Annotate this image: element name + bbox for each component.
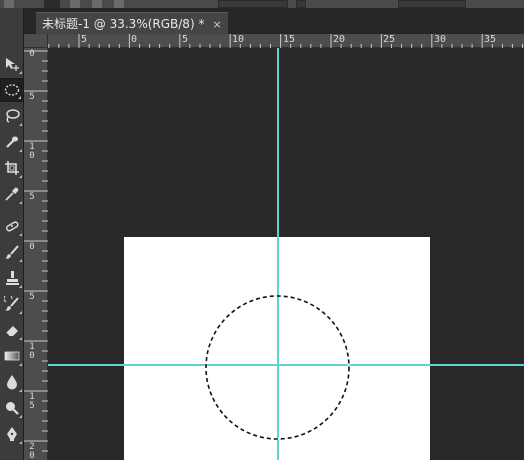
vertical-ruler[interactable]: 0 5 10 5 0 5 10 15 20: [24, 48, 48, 460]
horizontal-ruler[interactable]: 5 0 5 10 15 20 25 30 35: [48, 34, 524, 48]
eyedropper-icon: [5, 187, 19, 201]
pen-tool[interactable]: [0, 422, 24, 446]
anti-alias-checkbox[interactable]: [296, 0, 306, 8]
vertical-ruler-label: 15: [29, 392, 35, 411]
eraser-icon: [5, 326, 18, 337]
horizontal-ruler-label: 5: [182, 34, 189, 45]
vertical-ruler-label: 5: [29, 192, 35, 202]
close-icon[interactable]: ×: [212, 18, 221, 31]
eyedropper-tool[interactable]: [0, 182, 24, 206]
dodge-tool[interactable]: [0, 396, 24, 420]
document-tab[interactable]: 未标题-1 @ 33.3%(RGB/8) * ×: [36, 12, 228, 34]
vertical-ruler-label: 5: [29, 92, 35, 102]
pen-icon: [7, 427, 17, 441]
subtract-selection-button[interactable]: [92, 0, 102, 8]
dodge-icon: [6, 402, 19, 415]
horizontal-ruler-label: 25: [383, 34, 396, 45]
horizontal-ruler-label: 10: [232, 34, 245, 45]
width-field[interactable]: [398, 0, 466, 8]
options-bar: [0, 0, 524, 8]
brush-icon: [5, 245, 19, 259]
blur-tool[interactable]: [0, 370, 24, 394]
gradient-tool[interactable]: [0, 344, 24, 368]
gradient-icon: [4, 351, 20, 361]
tools-panel: [0, 8, 24, 460]
vertical-ruler-label: 10: [29, 142, 35, 161]
crop-icon: [5, 161, 19, 175]
healing-brush-icon: [5, 221, 19, 232]
vertical-ruler-label: 5: [29, 292, 35, 302]
new-selection-button[interactable]: [44, 0, 60, 8]
move-tool[interactable]: [0, 52, 24, 76]
clone-stamp-tool[interactable]: [0, 266, 24, 290]
add-selection-button[interactable]: [70, 0, 80, 8]
document-tab-title: 未标题-1 @ 33.3%(RGB/8) *: [42, 17, 205, 31]
intersect-selection-button[interactable]: [114, 0, 124, 8]
horizontal-ruler-label: 20: [333, 34, 346, 45]
vertical-ruler-label: 10: [29, 342, 35, 361]
horizontal-ruler-label: 15: [283, 34, 296, 45]
quick-selection-tool[interactable]: [0, 130, 24, 154]
horizontal-ruler-label: 35: [484, 34, 497, 45]
vertical-ruler-label: 20: [29, 442, 35, 460]
eraser-tool[interactable]: [0, 318, 24, 342]
blur-drop-icon: [7, 375, 17, 390]
document-tab-bar: 未标题-1 @ 33.3%(RGB/8) * ×: [24, 8, 524, 34]
style-select[interactable]: [218, 0, 288, 8]
vertical-ruler-label: 0: [29, 49, 35, 59]
history-brush-icon: [4, 296, 19, 311]
lasso-tool[interactable]: [0, 104, 24, 128]
vertical-ruler-label: 0: [29, 242, 35, 252]
quick-selection-icon: [6, 136, 18, 148]
history-brush-tool[interactable]: [0, 292, 24, 316]
brush-tool[interactable]: [0, 240, 24, 264]
move-icon: [6, 58, 19, 71]
crop-tool[interactable]: [0, 156, 24, 180]
elliptical-marquee-tool[interactable]: [0, 78, 24, 102]
lasso-icon: [6, 109, 20, 123]
horizontal-ruler-label: 5: [81, 34, 88, 45]
options-tool-icon[interactable]: [4, 0, 14, 8]
stamp-icon: [6, 271, 19, 285]
spot-healing-tool[interactable]: [0, 214, 24, 238]
horizontal-ruler-label: 30: [434, 34, 447, 45]
ruler-origin[interactable]: [24, 34, 48, 48]
horizontal-ruler-label: 0: [131, 34, 138, 45]
canvas-workspace[interactable]: [48, 48, 524, 460]
elliptical-selection[interactable]: [204, 294, 351, 441]
